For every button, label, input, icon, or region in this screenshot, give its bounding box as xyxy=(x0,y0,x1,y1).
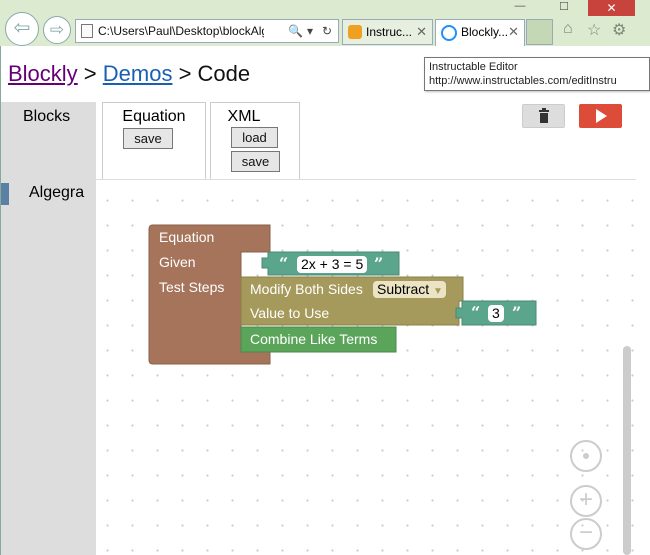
chevron-down-icon[interactable]: ▾ xyxy=(307,20,313,42)
chevron-down-icon: ▼ xyxy=(433,286,443,297)
given-label: Given xyxy=(159,254,196,270)
window-maximize-button[interactable]: ☐ xyxy=(541,0,587,16)
tooltip-url: http://www.instructables.com/editInstru xyxy=(429,75,617,87)
refresh-icon[interactable]: ↻ xyxy=(322,20,332,42)
trash-icon xyxy=(539,108,549,123)
address-text[interactable]: C:\Users\Paul\Desktop\blockAlg\d xyxy=(98,20,264,42)
favorites-star-icon[interactable]: ☆ xyxy=(587,20,601,40)
link-tooltip: Instructable Editor http://www.instructa… xyxy=(424,57,650,91)
tab-blocks[interactable]: Blocks xyxy=(1,102,96,179)
forward-button[interactable]: ⇨ xyxy=(43,16,71,44)
close-quote-icon: ” xyxy=(374,254,384,273)
run-button[interactable] xyxy=(579,104,622,128)
modify-both-sides-label: Modify Both Sides xyxy=(250,281,363,297)
operation-dropdown[interactable]: Subtract ▼ xyxy=(373,281,446,298)
open-quote-icon: “ xyxy=(279,254,289,273)
zoom-in-icon[interactable]: + xyxy=(570,485,602,517)
tab-xml-label: XML xyxy=(227,108,261,125)
window-minimize-button[interactable]: — xyxy=(500,0,540,16)
tab-title: Blockly... xyxy=(461,25,509,39)
browser-chrome: — ☐ ✕ ⇦ ⇨ C:\Users\Paul\Desktop\blockAlg… xyxy=(0,0,650,46)
page-file-icon xyxy=(81,24,93,38)
toolbox: Algegra xyxy=(1,179,96,555)
open-quote-icon: “ xyxy=(471,303,481,322)
operation-value: Subtract xyxy=(377,281,430,297)
browser-tab-blockly[interactable]: Blockly... ✕ xyxy=(435,19,525,46)
value-to-use-label: Value to Use xyxy=(250,305,330,321)
workspace-scrollbar[interactable] xyxy=(623,346,631,555)
tab-blocks-label: Blocks xyxy=(23,108,71,125)
window-close-button[interactable]: ✕ xyxy=(588,0,635,16)
tab-xml[interactable]: XML load save xyxy=(210,102,300,179)
new-tab-button[interactable] xyxy=(526,19,553,45)
forward-arrow-icon: ⇨ xyxy=(49,20,65,39)
gear-icon[interactable]: ⚙ xyxy=(612,20,626,40)
value-field[interactable]: 3 xyxy=(488,305,504,322)
tooltip-title: Instructable Editor xyxy=(429,61,518,73)
close-quote-icon: ” xyxy=(512,303,522,322)
page-content: Blockly > Demos > Code Blocks Equation s… xyxy=(0,46,636,555)
breadcrumb: Blockly > Demos > Code xyxy=(8,61,250,87)
zoom-out-icon[interactable]: − xyxy=(570,518,602,550)
browser-tab-instructables[interactable]: Instruc... ✕ xyxy=(342,19,433,45)
instructables-robot-icon xyxy=(348,25,362,39)
page-title: Code xyxy=(197,61,251,86)
tab-title: Instruc... xyxy=(366,25,413,39)
breadcrumb-separator: > xyxy=(77,61,103,86)
toolbox-category-algegra[interactable]: Algegra xyxy=(1,183,96,205)
breadcrumb-separator: > xyxy=(172,61,198,86)
home-icon[interactable]: ⌂ xyxy=(563,20,573,38)
category-color-bar xyxy=(1,183,9,205)
category-label: Algegra xyxy=(29,184,85,201)
test-steps-label: Test Steps xyxy=(159,279,225,295)
equation-save-button[interactable]: save xyxy=(123,128,173,149)
xml-save-button[interactable]: save xyxy=(231,151,280,172)
ie-icon xyxy=(441,25,457,41)
given-equation-field[interactable]: 2x + 3 = 5 xyxy=(297,256,368,273)
back-arrow-icon: ⇦ xyxy=(13,17,31,39)
close-icon[interactable]: ✕ xyxy=(508,20,519,44)
equation-block-title: Equation xyxy=(159,229,215,245)
play-icon xyxy=(596,109,607,123)
combine-like-terms-label: Combine Like Terms xyxy=(250,331,378,347)
address-bar[interactable]: C:\Users\Paul\Desktop\blockAlg\d 🔍 ▾ ↻ xyxy=(75,19,339,43)
xml-load-button[interactable]: load xyxy=(231,127,278,148)
close-icon[interactable]: ✕ xyxy=(416,20,427,44)
recenter-icon[interactable] xyxy=(570,440,602,472)
trash-button[interactable] xyxy=(522,104,565,128)
breadcrumb-blockly-link[interactable]: Blockly xyxy=(8,61,78,86)
breadcrumb-demos-link[interactable]: Demos xyxy=(103,61,173,86)
search-icon[interactable]: 🔍 xyxy=(288,20,303,42)
blockly-workspace[interactable]: Equation Given Test Steps “ 2x + 3 = 5 ”… xyxy=(96,179,636,555)
back-button[interactable]: ⇦ xyxy=(5,12,39,46)
